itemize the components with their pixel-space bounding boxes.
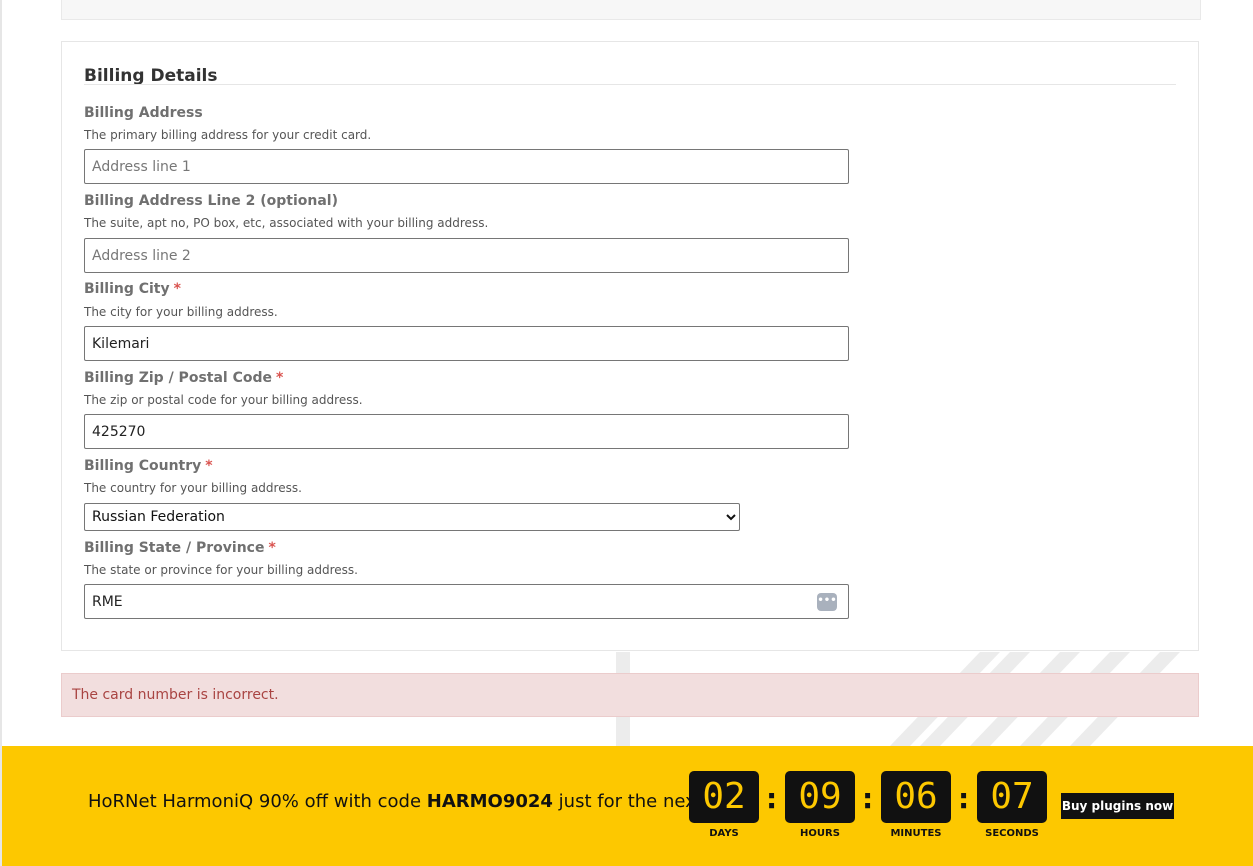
countdown-separator: : [958,782,970,815]
promo-text-before: HoRNet HarmoniQ 90% off with code [88,791,427,812]
billing-country-label: Billing Country * [84,458,213,474]
promo-banner: HoRNet HarmoniQ 90% off with code HARMO9… [2,746,1253,866]
billing-zip-label: Billing Zip / Postal Code * [84,370,283,386]
promo-text: HoRNet HarmoniQ 90% off with code HARMO9… [88,791,703,812]
required-marker: * [173,281,181,297]
billing-state-hint: The state or province for your billing a… [84,563,358,577]
billing-details-card: Billing Details Billing Address The prim… [61,41,1199,651]
billing-state-label-text: Billing State / Province [84,540,265,556]
countdown-hours: 09 [785,771,855,823]
billing-address-2-label: Billing Address Line 2 (optional) [84,193,338,209]
billing-city-label: Billing City * [84,281,181,297]
required-marker: * [268,540,276,556]
billing-zip-hint: The zip or postal code for your billing … [84,393,363,407]
billing-zip-label-text: Billing Zip / Postal Code [84,370,272,386]
error-alert: The card number is incorrect. [61,673,1199,717]
billing-state-input[interactable] [84,584,849,619]
page-left-border [0,0,2,866]
countdown-hours-label: HOURS [800,828,840,839]
promo-code: HARMO9024 [426,791,553,812]
billing-country-label-text: Billing Country [84,458,202,474]
billing-address-2-hint: The suite, apt no, PO box, etc, associat… [84,216,489,230]
billing-country-select[interactable]: Russian Federation [84,503,740,531]
countdown-minutes-label: MINUTES [890,828,942,839]
billing-address-label: Billing Address [84,105,203,121]
countdown-separator: : [766,782,778,815]
previous-section-panel [61,0,1201,20]
billing-city-label-text: Billing City [84,281,170,297]
promo-text-after: just for the next [552,791,703,812]
billing-city-hint: The city for your billing address. [84,305,278,319]
billing-address-2-label-text: Billing Address Line 2 (optional) [84,193,338,209]
required-marker: * [205,458,213,474]
title-divider [84,84,1176,85]
billing-address-input[interactable] [84,149,849,184]
billing-address-2-input[interactable] [84,238,849,273]
countdown-days: 02 [689,771,759,823]
billing-details-title: Billing Details [84,66,218,86]
required-marker: * [276,370,284,386]
billing-zip-input[interactable] [84,414,849,449]
billing-address-hint: The primary billing address for your cre… [84,128,372,142]
countdown-minutes: 06 [881,771,951,823]
countdown-seconds-label: SECONDS [985,828,1039,839]
billing-city-input[interactable] [84,326,849,361]
billing-address-label-text: Billing Address [84,105,203,121]
countdown-days-label: DAYS [709,828,739,839]
billing-state-label: Billing State / Province * [84,540,276,556]
countdown-seconds: 07 [977,771,1047,823]
billing-country-hint: The country for your billing address. [84,481,302,495]
buy-plugins-button[interactable]: Buy plugins now [1061,793,1174,819]
countdown-separator: : [862,782,874,815]
password-manager-icon[interactable]: ••• [817,593,837,611]
